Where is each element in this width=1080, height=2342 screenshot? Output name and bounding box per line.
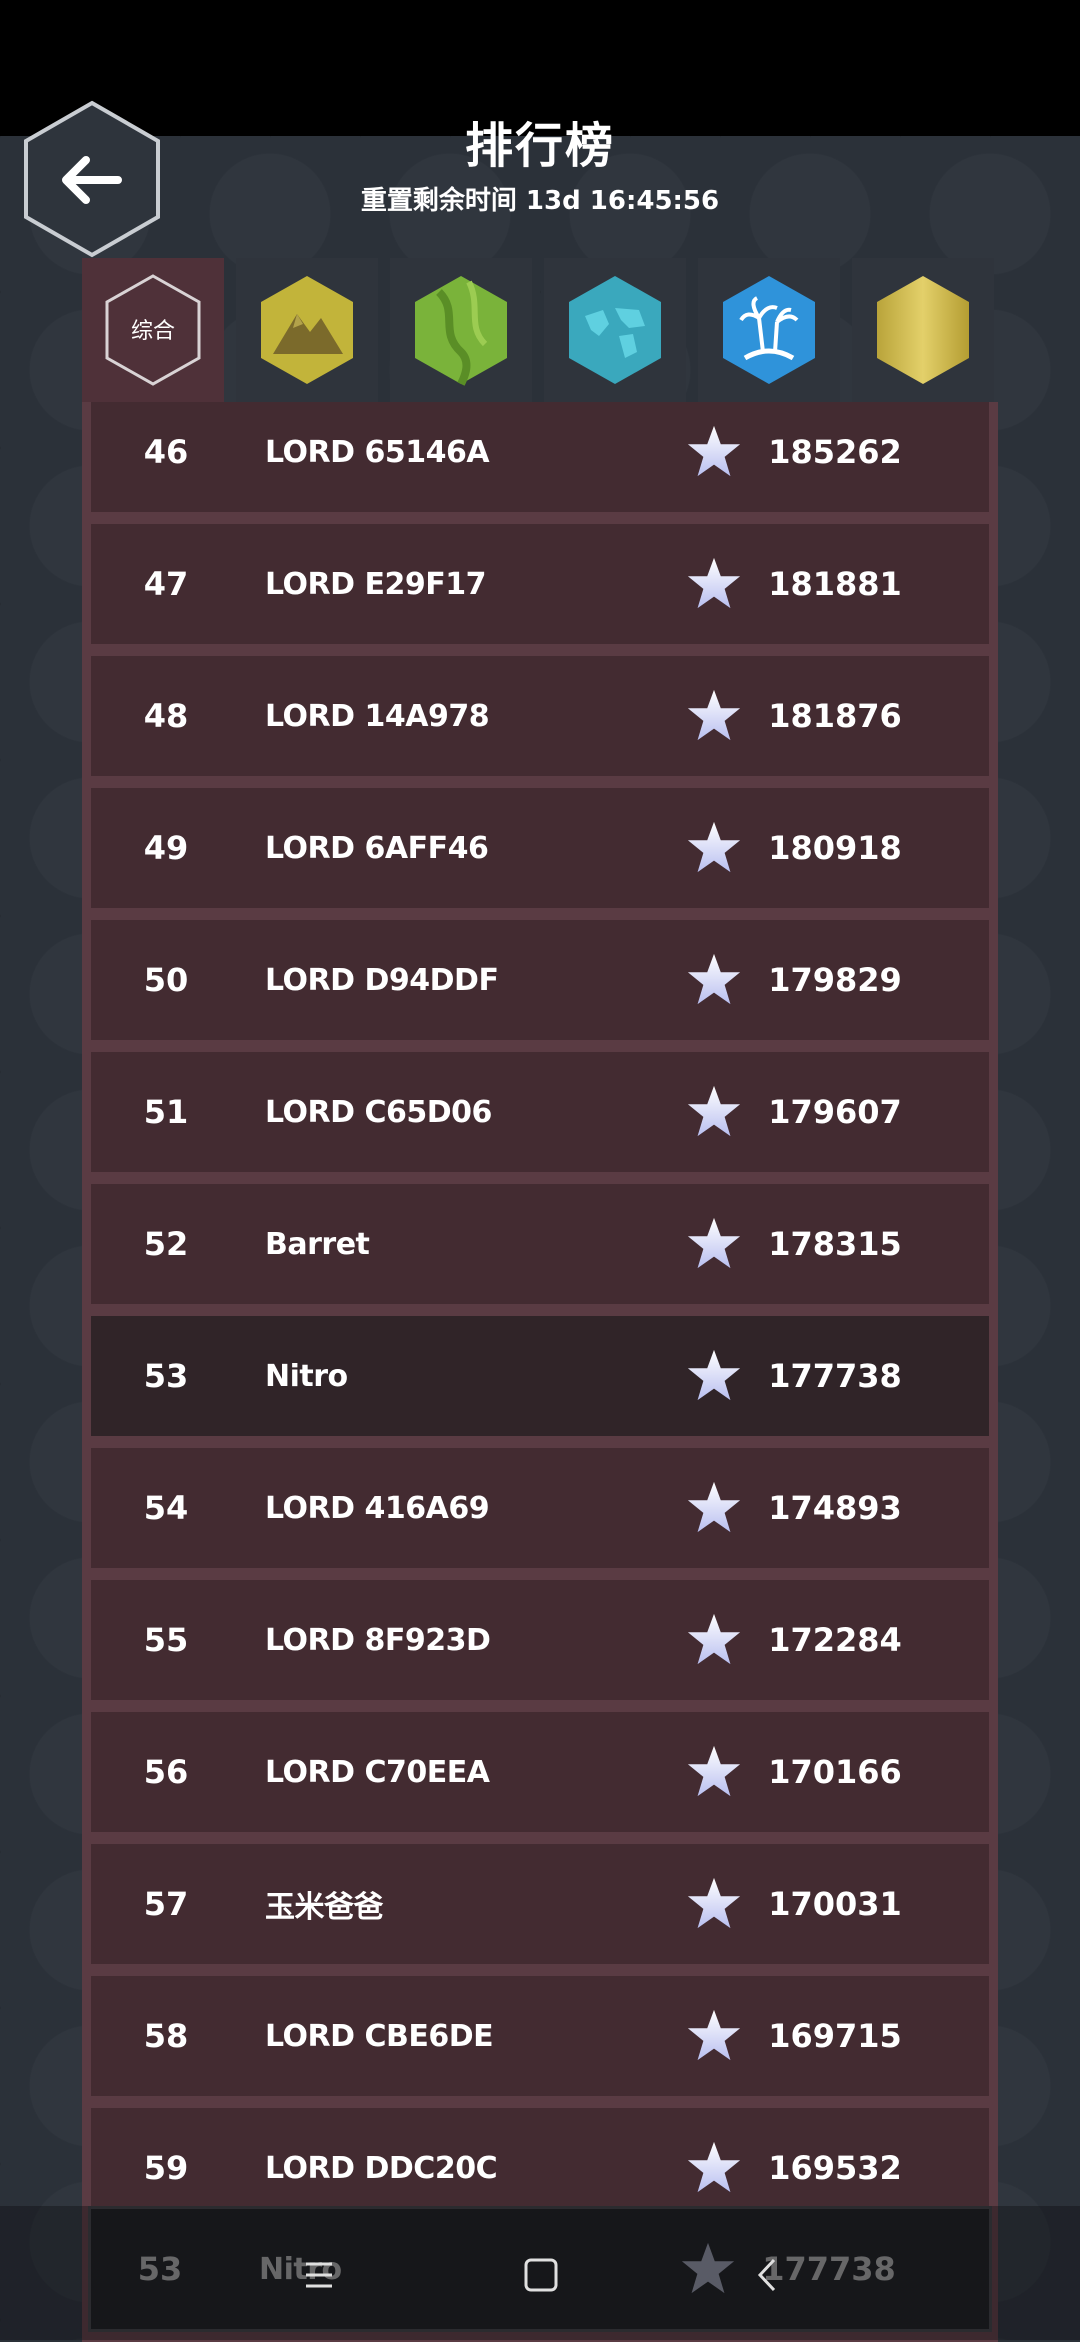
row-player-name: LORD E29F17 xyxy=(265,566,486,602)
star-icon xyxy=(687,689,741,741)
home-square-icon xyxy=(524,2258,558,2292)
leaderboard-row[interactable]: 55 LORD 8F923D 172284 xyxy=(91,1580,989,1700)
star-icon xyxy=(687,425,741,477)
row-score: 169715 xyxy=(768,2017,902,2055)
category-tabs: 综合 xyxy=(82,258,998,402)
row-rank: 47 xyxy=(143,565,189,603)
row-score: 181881 xyxy=(768,565,902,603)
home-button[interactable] xyxy=(516,2250,566,2300)
star-icon xyxy=(687,1877,741,1929)
star-icon xyxy=(687,1745,741,1797)
row-rank: 50 xyxy=(143,961,189,999)
palm-island-hex-icon xyxy=(723,276,815,384)
leaderboard-row[interactable]: 49 LORD 6AFF46 180918 xyxy=(91,788,989,908)
row-rank: 56 xyxy=(143,1753,189,1791)
star-icon xyxy=(687,1217,741,1269)
row-player-name: LORD 14A978 xyxy=(265,698,490,734)
row-score: 174893 xyxy=(768,1489,902,1527)
mountain-hex-icon xyxy=(261,276,353,384)
row-rank: 46 xyxy=(143,433,189,471)
leaderboard-panel: 46 LORD 65146A 185262 47 LORD E29F17 181881 48… xyxy=(82,402,998,2342)
row-rank: 52 xyxy=(143,1225,189,1263)
row-rank: 49 xyxy=(143,829,189,867)
grassland-hex-icon xyxy=(415,276,507,386)
star-icon xyxy=(687,2009,741,2061)
row-score: 178315 xyxy=(768,1225,902,1263)
page-title: 排行榜 xyxy=(464,118,615,174)
row-score: 170031 xyxy=(768,1885,902,1923)
leaderboard-row[interactable]: 47 LORD E29F17 181881 xyxy=(91,524,989,644)
leaderboard-row[interactable]: 51 LORD C65D06 179607 xyxy=(91,1052,989,1172)
overall-hex-icon: 综合 xyxy=(105,274,201,386)
back-chevron-icon xyxy=(757,2258,776,2292)
leaderboard-row[interactable]: 58 LORD CBE6DE 169715 xyxy=(91,1976,989,2096)
row-player-name: LORD 8F923D xyxy=(265,1622,491,1658)
leaderboard-row-current[interactable]: 53 Nitro 177738 xyxy=(91,1316,989,1436)
row-rank: 54 xyxy=(143,1489,189,1527)
row-rank: 59 xyxy=(143,2149,189,2187)
tab-island[interactable] xyxy=(698,258,840,402)
row-score: 185262 xyxy=(768,433,902,471)
leaderboard-list: 46 LORD 65146A 185262 47 LORD E29F17 181881 48… xyxy=(82,402,998,2240)
row-player-name: Nitro xyxy=(265,1358,348,1394)
row-rank: 55 xyxy=(143,1621,189,1659)
tab-world[interactable] xyxy=(544,258,686,402)
recent-apps-button[interactable] xyxy=(294,2250,344,2300)
tab-overall[interactable]: 综合 xyxy=(82,258,224,402)
row-rank: 58 xyxy=(143,2017,189,2055)
star-icon xyxy=(687,953,741,1005)
row-rank: 48 xyxy=(143,697,189,735)
reset-timer: 重置剩余时间 13d 16:45:56 xyxy=(360,186,720,216)
row-score: 177738 xyxy=(768,1357,902,1395)
row-player-name: LORD C70EEA xyxy=(265,1754,490,1790)
row-player-name: 玉米爸爸 xyxy=(265,1890,384,1925)
leaderboard-row[interactable]: 54 LORD 416A69 174893 xyxy=(91,1448,989,1568)
leaderboard-row[interactable]: 52 Barret 178315 xyxy=(91,1184,989,1304)
row-player-name: LORD C65D06 xyxy=(265,1094,492,1130)
tab-mountain[interactable] xyxy=(236,258,378,402)
row-player-name: Barret xyxy=(265,1226,370,1262)
row-player-name: LORD 416A69 xyxy=(265,1490,490,1526)
star-icon xyxy=(687,821,741,873)
tab-overall-label: 综合 xyxy=(131,319,175,344)
row-player-name: LORD DDC20C xyxy=(265,2150,498,2186)
gold-hex-icon xyxy=(877,276,969,384)
leaderboard-row[interactable]: 48 LORD 14A978 181876 xyxy=(91,656,989,776)
back-nav-button[interactable] xyxy=(742,2250,792,2300)
row-rank: 51 xyxy=(143,1093,189,1131)
row-score: 179607 xyxy=(768,1093,902,1131)
row-rank: 57 xyxy=(143,1885,189,1923)
star-icon xyxy=(687,2141,741,2193)
row-score: 179829 xyxy=(768,961,902,999)
row-score: 172284 xyxy=(768,1621,902,1659)
row-score: 180918 xyxy=(768,829,902,867)
row-score: 170166 xyxy=(768,1753,902,1791)
row-score: 169532 xyxy=(768,2149,902,2187)
leaderboard-row[interactable]: 46 LORD 65146A 185262 xyxy=(91,402,989,512)
star-icon xyxy=(687,1613,741,1665)
row-player-name: LORD D94DDF xyxy=(265,962,499,998)
leaderboard-row[interactable]: 56 LORD C70EEA 170166 xyxy=(91,1712,989,1832)
tab-grassland[interactable] xyxy=(390,258,532,402)
star-icon xyxy=(687,557,741,609)
star-icon xyxy=(687,1481,741,1533)
row-player-name: LORD CBE6DE xyxy=(265,2018,494,2054)
leaderboard-row[interactable]: 57 玉米爸爸 170031 xyxy=(91,1844,989,1964)
world-map-hex-icon xyxy=(569,276,661,384)
star-icon xyxy=(687,1085,741,1137)
star-icon xyxy=(687,1349,741,1401)
tab-gold[interactable] xyxy=(852,258,994,402)
row-score: 181876 xyxy=(768,697,902,735)
row-player-name: LORD 6AFF46 xyxy=(265,830,489,866)
leaderboard-row[interactable]: 50 LORD D94DDF 179829 xyxy=(91,920,989,1040)
recent-apps-icon xyxy=(306,2262,332,2288)
row-rank: 53 xyxy=(143,1357,189,1395)
row-player-name: LORD 65146A xyxy=(265,434,490,470)
